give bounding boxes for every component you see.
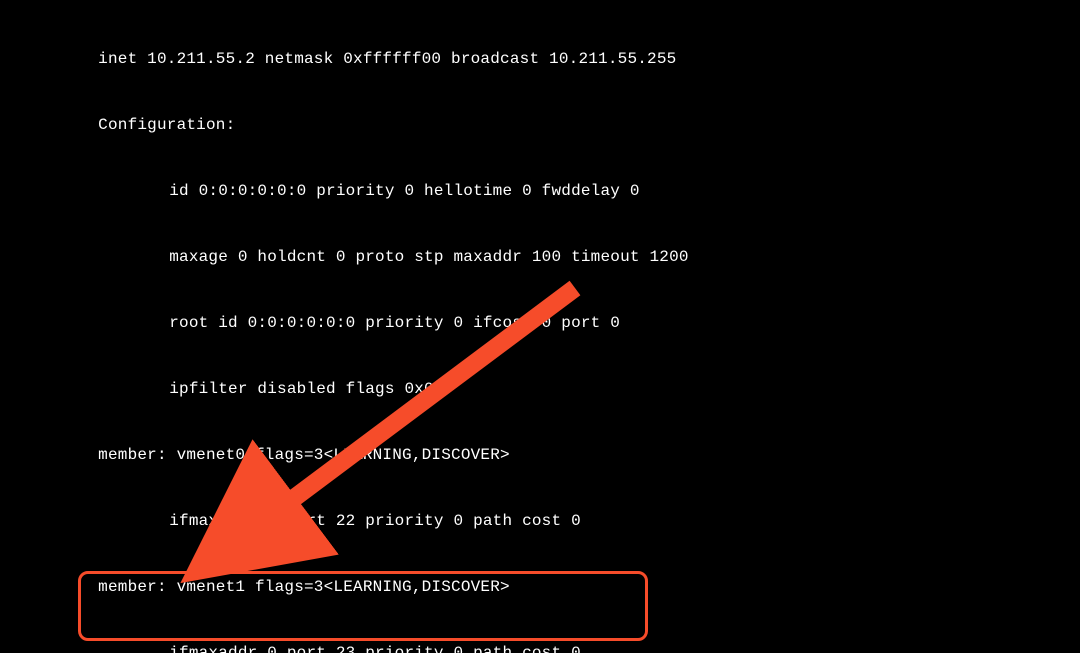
output-line: ifmaxaddr 0 port 23 priority 0 path cost…	[6, 642, 1074, 653]
output-line: inet 10.211.55.2 netmask 0xffffff00 broa…	[6, 48, 1074, 70]
output-line: member: vmenet1 flags=3<LEARNING,DISCOVE…	[6, 576, 1074, 598]
output-line: ipfilter disabled flags 0x0	[6, 378, 1074, 400]
output-line: maxage 0 holdcnt 0 proto stp maxaddr 100…	[6, 246, 1074, 268]
output-line: root id 0:0:0:0:0:0 priority 0 ifcost 0 …	[6, 312, 1074, 334]
output-line: id 0:0:0:0:0:0 priority 0 hellotime 0 fw…	[6, 180, 1074, 202]
output-line: ifmaxaddr 0 port 22 priority 0 path cost…	[6, 510, 1074, 532]
output-line: member: vmenet0 flags=3<LEARNING,DISCOVE…	[6, 444, 1074, 466]
output-line: Configuration:	[6, 114, 1074, 136]
terminal[interactable]: inet 10.211.55.2 netmask 0xffffff00 broa…	[0, 0, 1080, 653]
